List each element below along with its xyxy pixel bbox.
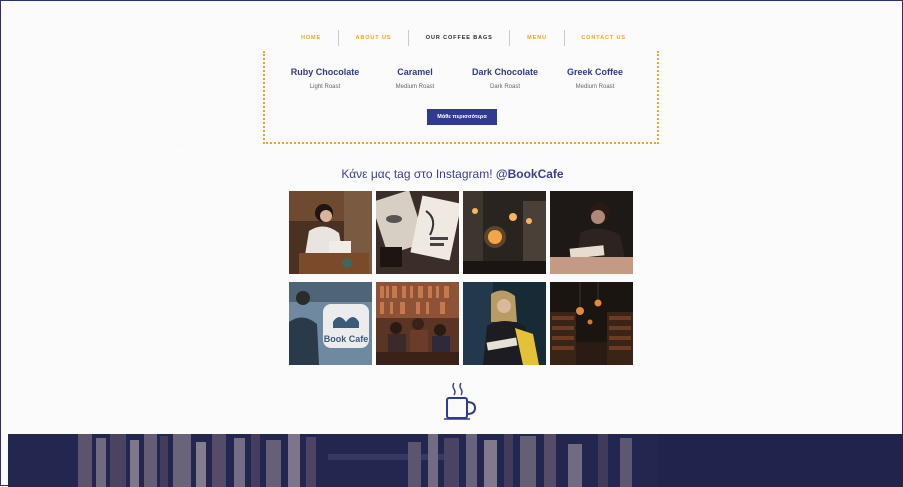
instagram-handle[interactable]: @BookCafe (496, 167, 564, 181)
coffee-roast: Light Roast (309, 84, 341, 90)
instagram-photo[interactable]: Book Cafe (289, 282, 372, 365)
photo-woman-reading (289, 191, 372, 274)
coffee-roast: Medium Roast (575, 84, 615, 90)
nav-home[interactable]: HOME (291, 29, 331, 47)
nav-menu[interactable]: MENU (517, 29, 557, 47)
nav-our-coffee-bags[interactable]: OUR COFFEE BAGS (416, 29, 503, 47)
nav-divider (408, 30, 410, 46)
nav-about-us[interactable]: ABOUT US (345, 29, 401, 47)
photo-book-cafe-sign: Book Cafe (289, 282, 372, 365)
main-nav: HOME ABOUT US OUR COFFEE BAGS MENU CONTA… (291, 29, 636, 47)
instagram-grid: Book Cafe (289, 191, 633, 365)
instagram-photo[interactable] (550, 282, 633, 365)
photo-magazines (376, 191, 459, 274)
learn-more-button[interactable]: Μάθε περισσότερα (427, 109, 497, 125)
coffee-item[interactable]: Ruby Chocolate Light Roast (285, 67, 365, 90)
instagram-title: Κάνε μας tag στο Instagram! (341, 167, 493, 181)
coffee-name: Dark Chocolate (471, 67, 539, 77)
coffee-roast: Dark Roast (489, 84, 520, 90)
coffee-item[interactable]: Caramel Medium Roast (375, 67, 455, 90)
nav-contact-us[interactable]: CONTACT US (571, 29, 636, 47)
instagram-photo[interactable] (463, 191, 546, 274)
coffee-name: Greek Coffee (566, 67, 624, 77)
instagram-photo[interactable] (550, 191, 633, 274)
coffee-list: Ruby Chocolate Light Roast Caramel Mediu… (285, 67, 635, 90)
coffee-bags-panel: Ruby Chocolate Light Roast Caramel Mediu… (263, 51, 659, 144)
coffee-item[interactable]: Dark Chocolate Dark Roast (465, 67, 545, 90)
instagram-heading: Κάνε μας tag στο Instagram! @BookCafe (1, 167, 903, 181)
coffee-name: Ruby Chocolate (290, 67, 360, 77)
coffee-roast: Medium Roast (395, 84, 435, 90)
instagram-photo[interactable] (376, 282, 459, 365)
photo-edison-bulbs (463, 191, 546, 274)
footer-bookshelf-banner (8, 434, 903, 487)
photo-person-reading (550, 191, 633, 274)
coffee-item[interactable]: Greek Coffee Medium Roast (555, 67, 635, 90)
photo-bookstore-people (376, 282, 459, 365)
page-frame: HOME ABOUT US OUR COFFEE BAGS MENU CONTA… (0, 0, 903, 487)
instagram-photo[interactable] (376, 191, 459, 274)
book-cafe-sign-text: Book Cafe (324, 334, 369, 344)
nav-divider (337, 30, 339, 46)
instagram-photo[interactable] (463, 282, 546, 365)
nav-divider (509, 30, 511, 46)
photo-woman-yellow-jacket (463, 282, 546, 365)
photo-library-lamps (550, 282, 633, 365)
nav-divider (563, 30, 565, 46)
coffee-cup-icon (444, 382, 477, 420)
coffee-name: Caramel (397, 67, 433, 77)
bookshelf-background (8, 434, 903, 487)
instagram-photo[interactable] (289, 191, 372, 274)
